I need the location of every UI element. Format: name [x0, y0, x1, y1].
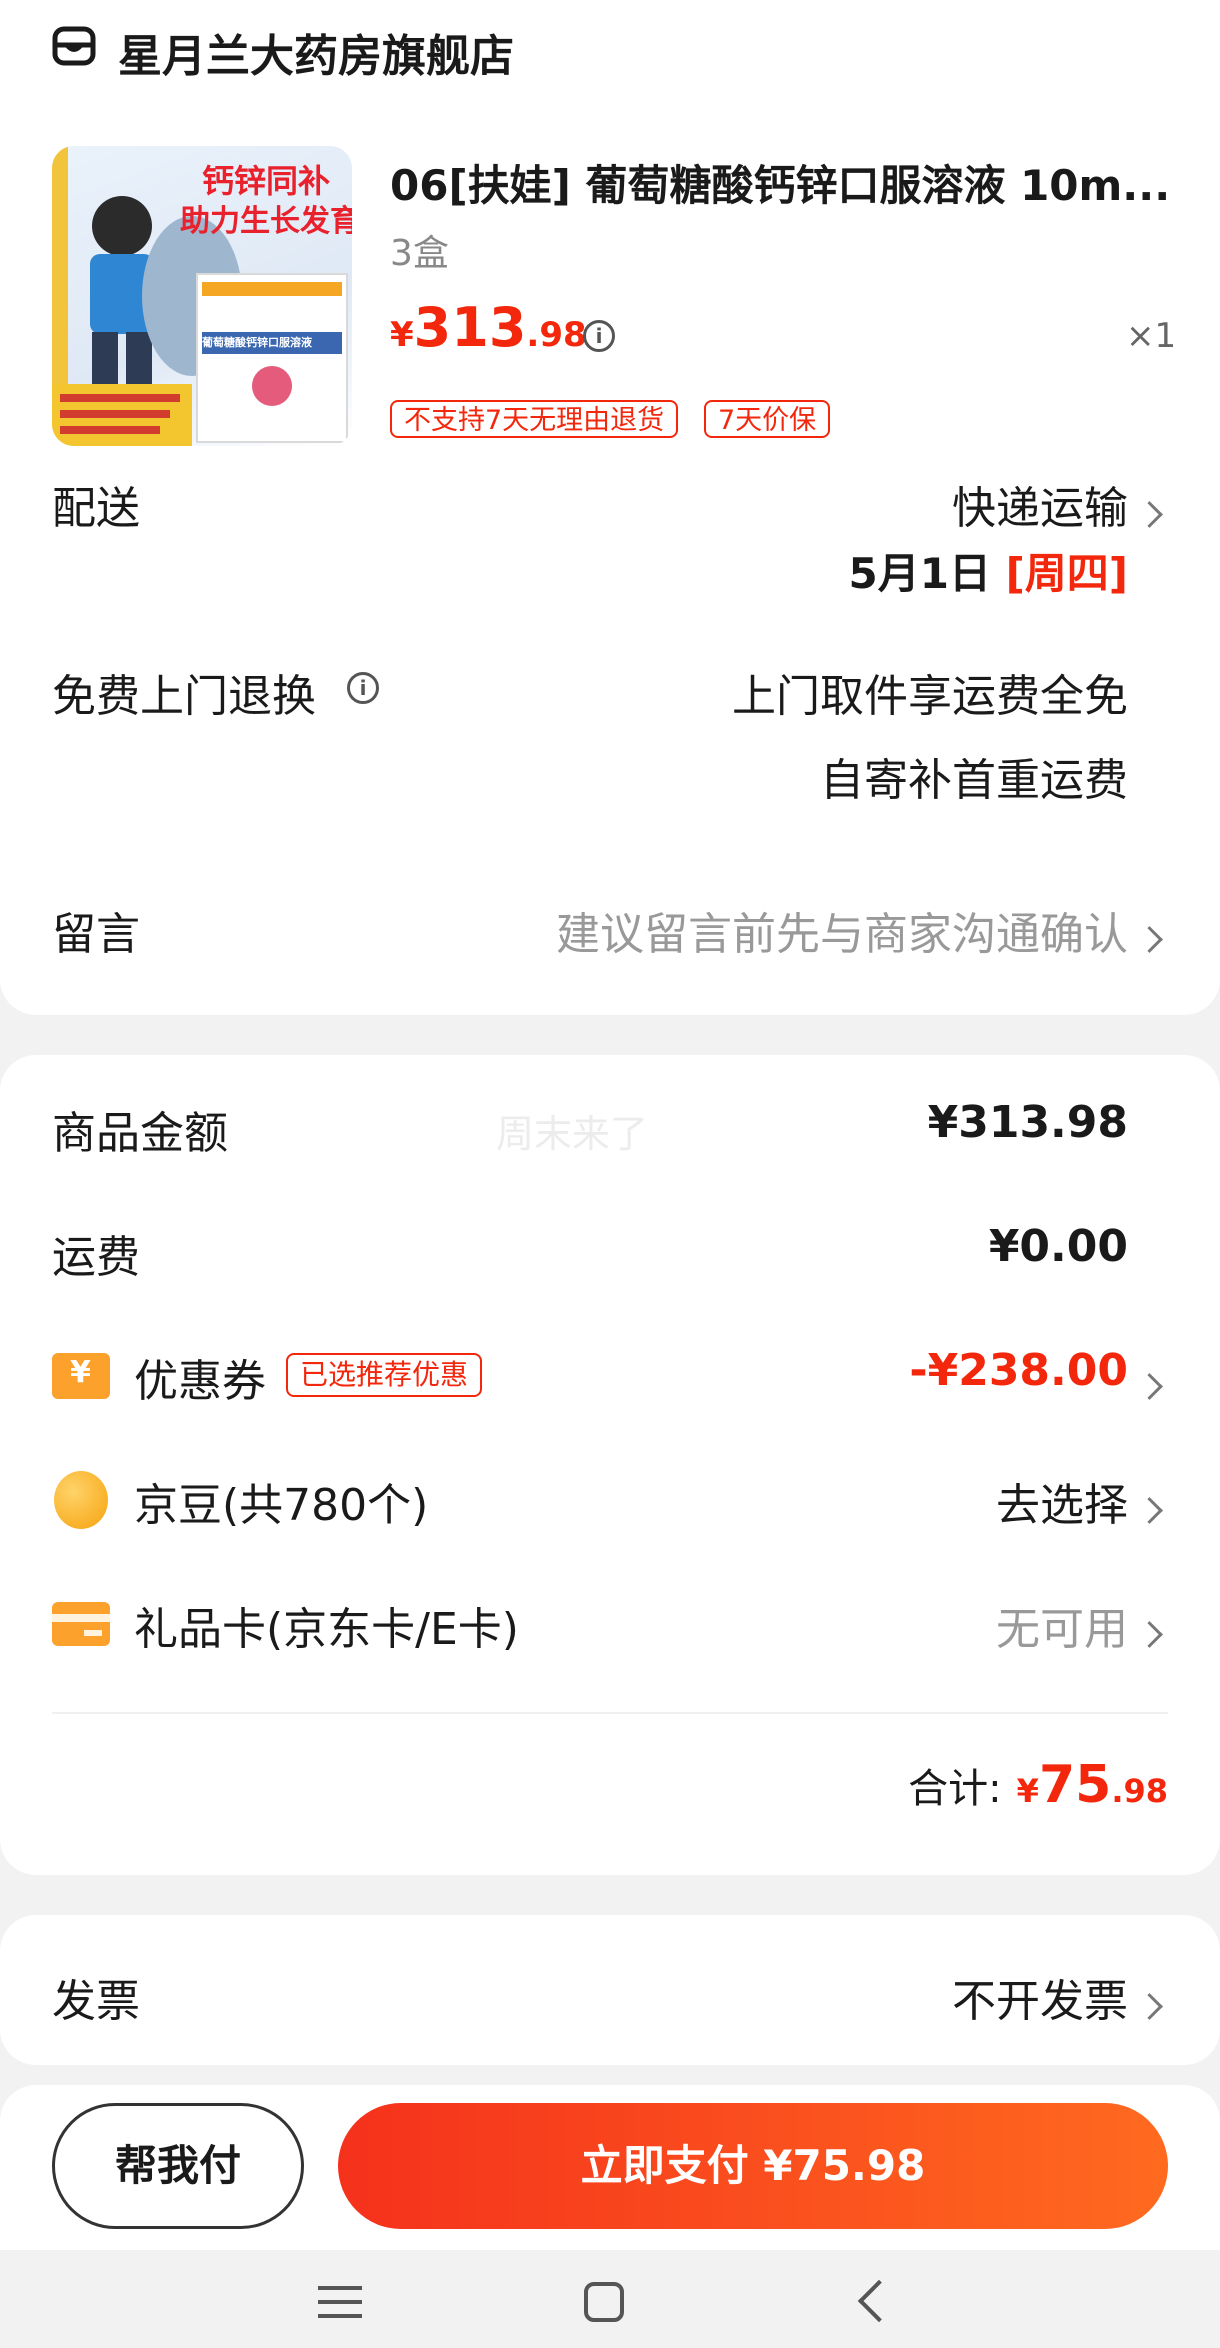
invoice-value[interactable]: 不开发票	[952, 1965, 1128, 2029]
gift-card-value[interactable]: 无可用	[996, 1593, 1128, 1657]
back-icon[interactable]	[857, 2279, 901, 2323]
jd-beans-label: 京豆(共780个)	[134, 1480, 429, 1531]
price-integer: 313	[413, 296, 527, 359]
help-pay-label: 帮我付	[114, 2141, 241, 2190]
total-integer: 75	[1038, 1755, 1112, 1815]
no-return-tag: 不支持7天无理由退货	[390, 400, 679, 438]
product-quantity: ×1	[1126, 316, 1177, 356]
message-chevron-icon[interactable]	[1136, 926, 1163, 953]
gift-card-mark	[84, 1630, 102, 1636]
recent-apps-icon[interactable]	[318, 2286, 362, 2320]
coupon-label: 优惠券	[134, 1356, 266, 1407]
order-card: 星月兰大药房旗舰店 钙锌同补 助力生长发育 葡萄糖酸钙锌口服溶液 06[扶娃] …	[0, 0, 1220, 1015]
message-label: 留言	[52, 909, 140, 960]
pay-now-label: 立即支付 ¥75.98	[580, 2141, 926, 2190]
gift-card-chevron-icon[interactable]	[1136, 1621, 1163, 1648]
price-currency: ¥	[390, 315, 414, 355]
coupon-chevron-icon[interactable]	[1136, 1373, 1163, 1400]
price-summary-card: 商品金额 周末来了 ¥313.98 运费 ¥0.00 ¥ 优惠券 已选推荐优惠 …	[0, 1055, 1220, 1875]
shipping-value: ¥0.00	[988, 1221, 1128, 1272]
price-protect-tag: 7天价保	[704, 400, 831, 438]
jd-bean-icon	[54, 1471, 108, 1529]
delivery-weekday: [周四]	[1005, 549, 1128, 598]
delivery-chevron-icon[interactable]	[1136, 501, 1163, 528]
message-input[interactable]: 建议留言前先与商家沟通确认	[556, 898, 1128, 962]
delivery-label: 配送	[52, 483, 140, 534]
delivery-method[interactable]: 快递运输	[952, 472, 1128, 536]
store-name[interactable]: 星月兰大药房旗舰店	[118, 20, 514, 84]
product-image-box-label: 葡萄糖酸钙锌口服溶液	[202, 336, 312, 349]
gift-card-label: 礼品卡(京东卡/E卡)	[134, 1604, 519, 1655]
action-bar: 帮我付 立即支付 ¥75.98	[0, 2085, 1220, 2250]
summary-divider	[52, 1712, 1168, 1714]
total-currency: ¥	[1016, 1772, 1039, 1810]
product-title[interactable]: 06[扶娃] 葡萄糖酸钙锌口服溶液 10m...	[390, 152, 1170, 213]
gift-card-icon	[52, 1602, 110, 1646]
store-icon	[52, 26, 96, 66]
return-service-line2: 自寄补首重运费	[820, 755, 1128, 806]
return-service-label: 免费上门退换	[52, 671, 316, 722]
total-row: 合计: ¥75.98	[908, 1755, 1168, 1815]
product-image[interactable]: 钙锌同补 助力生长发育 葡萄糖酸钙锌口服溶液	[52, 146, 352, 446]
gift-card-stripe	[52, 1614, 110, 1622]
price-info-icon[interactable]: i	[583, 320, 615, 352]
total-label: 合计:	[908, 1766, 1002, 1812]
total-decimal: .98	[1111, 1772, 1168, 1810]
delivery-date: 5月1日 [周四]	[849, 540, 1128, 601]
shipping-label: 运费	[52, 1232, 140, 1283]
delivery-date-text: 5月1日	[848, 549, 991, 598]
product-spec: 3盒	[390, 233, 449, 274]
goods-amount-value: ¥313.98	[927, 1097, 1128, 1148]
home-icon[interactable]	[584, 2282, 624, 2322]
product-image-headline-2: 助力生长发育	[180, 204, 352, 239]
coupon-value[interactable]: -¥238.00	[909, 1345, 1128, 1396]
return-info-icon[interactable]: i	[347, 672, 379, 704]
goods-amount-label: 商品金额	[52, 1108, 228, 1159]
coupon-icon-glyph: ¥	[70, 1355, 91, 1390]
invoice-label: 发票	[52, 1976, 140, 2027]
pay-now-button[interactable]: 立即支付 ¥75.98	[338, 2103, 1168, 2229]
jd-beans-chevron-icon[interactable]	[1136, 1497, 1163, 1524]
invoice-card[interactable]: 发票 不开发票	[0, 1915, 1220, 2065]
price-decimal: .98	[526, 315, 587, 355]
product-price: ¥313.98	[390, 296, 587, 359]
invoice-chevron-icon[interactable]	[1136, 1993, 1163, 2020]
jd-beans-value[interactable]: 去选择	[996, 1469, 1128, 1533]
help-pay-button[interactable]: 帮我付	[52, 2103, 304, 2229]
return-service-line1: 上门取件享运费全免	[732, 671, 1128, 722]
watermark-text: 周末来了	[496, 1112, 649, 1156]
system-nav-bar	[0, 2250, 1220, 2348]
coupon-icon: ¥	[52, 1353, 110, 1399]
coupon-selected-tag: 已选推荐优惠	[286, 1353, 483, 1397]
